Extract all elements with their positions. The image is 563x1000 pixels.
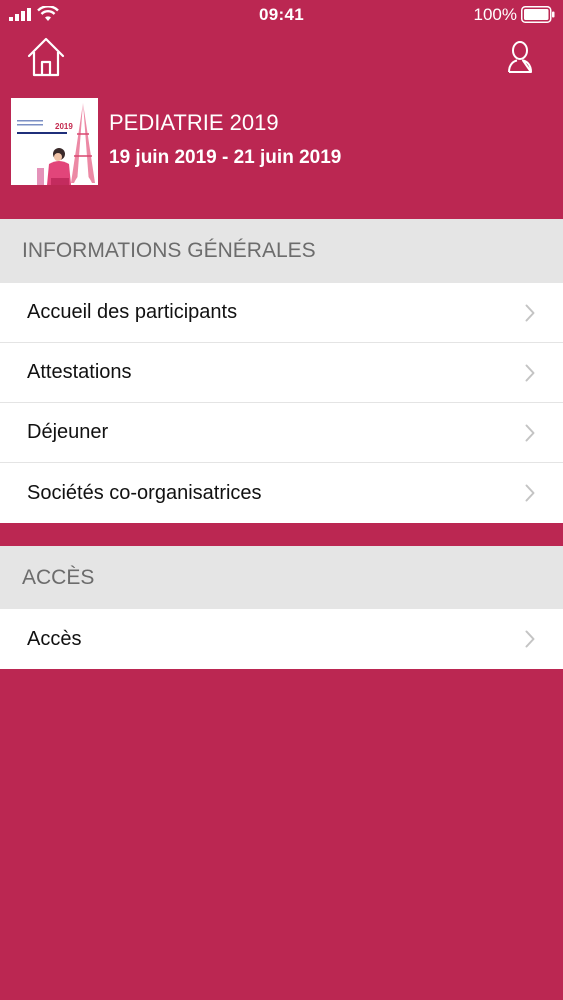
list-item-dejeuner[interactable]: Déjeuner <box>0 403 563 463</box>
list-item-label: Accueil des participants <box>27 301 238 323</box>
informations-generales-list: Accueil des participants Attestations Dé… <box>0 283 563 523</box>
list-item-label: Sociétés co-organisatrices <box>27 481 262 504</box>
chevron-right-icon <box>525 630 535 648</box>
list-item-label: Déjeuner <box>27 421 109 443</box>
event-poster-image: 2019 <box>11 98 98 185</box>
event-thumbnail: 2019 <box>11 98 98 185</box>
svg-text:2019: 2019 <box>55 122 73 131</box>
list-item-label: Accès <box>27 627 82 650</box>
list-item-label: Attestations <box>27 361 132 383</box>
list-item-acces[interactable]: Accès <box>0 609 563 669</box>
list-item-societes-co-organisatrices[interactable]: Sociétés co-organisatrices <box>0 463 563 523</box>
home-icon[interactable] <box>26 36 66 78</box>
list-item-attestations[interactable]: Attestations <box>0 343 563 403</box>
acces-list: Accès <box>0 609 563 669</box>
status-bar: 09:41 100% <box>0 0 563 30</box>
event-title: PEDIATRIE 2019 <box>109 110 279 135</box>
list-item-accueil-des-participants[interactable]: Accueil des participants <box>0 283 563 343</box>
section-header-acces: ACCÈS <box>0 546 563 609</box>
chevron-right-icon <box>525 304 535 321</box>
chevron-right-icon <box>525 484 535 502</box>
chevron-right-icon <box>525 364 535 381</box>
battery-percentage: 100% <box>473 5 517 24</box>
section-header-informations-generales: INFORMATIONS GÉNÉRALES <box>0 219 563 283</box>
chevron-right-icon <box>525 424 535 441</box>
event-dates: 19 juin 2019 - 21 juin 2019 <box>109 147 342 168</box>
profile-icon[interactable] <box>507 40 533 74</box>
battery-icon <box>521 6 555 23</box>
